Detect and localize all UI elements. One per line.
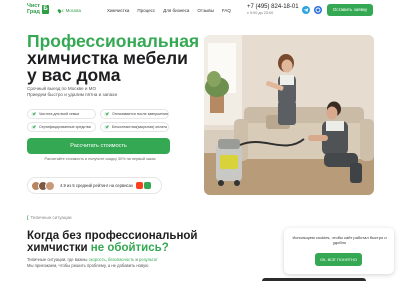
hero-photo	[204, 35, 374, 195]
section-desc-prefix: Типичные ситуации, где важны	[27, 257, 89, 262]
check-icon	[104, 111, 109, 117]
rating-badge: 4.9 из 5 средний рейтинг на сервисах	[27, 177, 162, 194]
section-tag-label: Типичные ситуации	[30, 215, 72, 220]
feature-item: Сертифицированные средства	[27, 122, 96, 132]
review-service-icon	[144, 182, 152, 189]
cookie-banner: Используем cookies, чтобы сайт работал б…	[284, 228, 394, 274]
order-button[interactable]: Оставить заявку	[327, 4, 373, 16]
discount-note: Расчитайте стоимость и получите скидку 3…	[44, 157, 156, 161]
cookie-accept-button[interactable]: ОК, ВСЁ ПОНЯТНО	[315, 253, 362, 266]
site-header: Чист Град Б г. Москва Химчистка Процесс …	[0, 0, 400, 22]
section-description: Типичные ситуации, где важны скорость, б…	[27, 257, 187, 268]
logo[interactable]: Чист Град Б	[27, 3, 49, 15]
logo-line2: Град	[27, 8, 40, 15]
hero-title: Профессиональная химчистка мебели у вас …	[27, 32, 207, 85]
highlight-safety: безопасность	[108, 257, 135, 262]
tag-bracket-icon: [	[27, 215, 29, 220]
hero-subtitle: Срочный выезд по Москве и МО Приедем быс…	[27, 86, 167, 98]
section-tag: [ Типичные ситуации	[27, 215, 72, 220]
yandex-icon	[136, 182, 144, 189]
hero-subtitle-line2: Приедем быстро и удалим пятна и запахи	[27, 92, 118, 97]
telegram-icon[interactable]	[302, 6, 310, 14]
nav-item-process[interactable]: Процесс	[137, 8, 155, 13]
working-hours: с 9:00 до 23:00	[247, 11, 274, 15]
section-title: Когда без профессиональной химчистки не …	[27, 230, 227, 254]
rating-text: 4.9 из 5 средний рейтинг на сервисах	[60, 183, 134, 188]
phone-number[interactable]: +7 (495) 824-18-01	[247, 4, 299, 10]
hero-title-line3: у вас дома	[27, 65, 121, 85]
check-icon	[31, 111, 36, 117]
city-label: г. Москва	[62, 8, 81, 13]
section-title-accent: не обойтись?	[90, 242, 169, 254]
nav-item-faq[interactable]: FAQ	[222, 8, 231, 13]
feature-item: Бесконтактная(закрытая) оплата	[100, 122, 169, 132]
feature-label: Оплачивается после завершения	[112, 112, 168, 116]
feature-item: Чистота для всей семьи	[27, 109, 96, 119]
calculate-price-button[interactable]: Рассчитать стоимость	[27, 138, 170, 154]
section-title-line1: Когда без профессиональной	[27, 230, 198, 242]
logo-badge: Б	[42, 5, 49, 14]
feature-item: Оплачивается после завершения	[100, 109, 169, 119]
feature-label: Сертифицированные средства	[39, 125, 91, 129]
logo-text: Чист Град	[27, 3, 41, 15]
feature-label: Бесконтактная(закрытая) оплата	[112, 125, 167, 129]
highlight-speed: скорость	[88, 257, 106, 262]
nav-item-reviews[interactable]: Отзывы	[197, 8, 213, 13]
avatar	[45, 180, 55, 191]
nav-item-cleaning[interactable]: Химчистка	[107, 8, 129, 13]
cookie-text: Используем cookies, чтобы сайт работал б…	[292, 235, 387, 246]
highlight-result: результат	[139, 257, 158, 262]
section-title-dark: химчистки	[27, 242, 91, 254]
check-icon	[104, 124, 109, 130]
check-icon	[31, 124, 36, 130]
max-messenger-icon[interactable]	[314, 6, 322, 14]
feature-label: Чистота для всей семьи	[39, 112, 80, 116]
nav-item-business[interactable]: Для бизнеса	[163, 8, 189, 13]
city-selector[interactable]: г. Москва	[57, 8, 81, 13]
contact-block: +7 (495) 824-18-01 с 9:00 до 23:00	[247, 4, 299, 15]
customer-avatars	[31, 180, 55, 191]
main-nav: Химчистка Процесс Для бизнеса Отзывы FAQ	[107, 8, 231, 13]
section-desc-line2: Мы приезжаем, чтобы решить проблему, а н…	[27, 262, 149, 268]
